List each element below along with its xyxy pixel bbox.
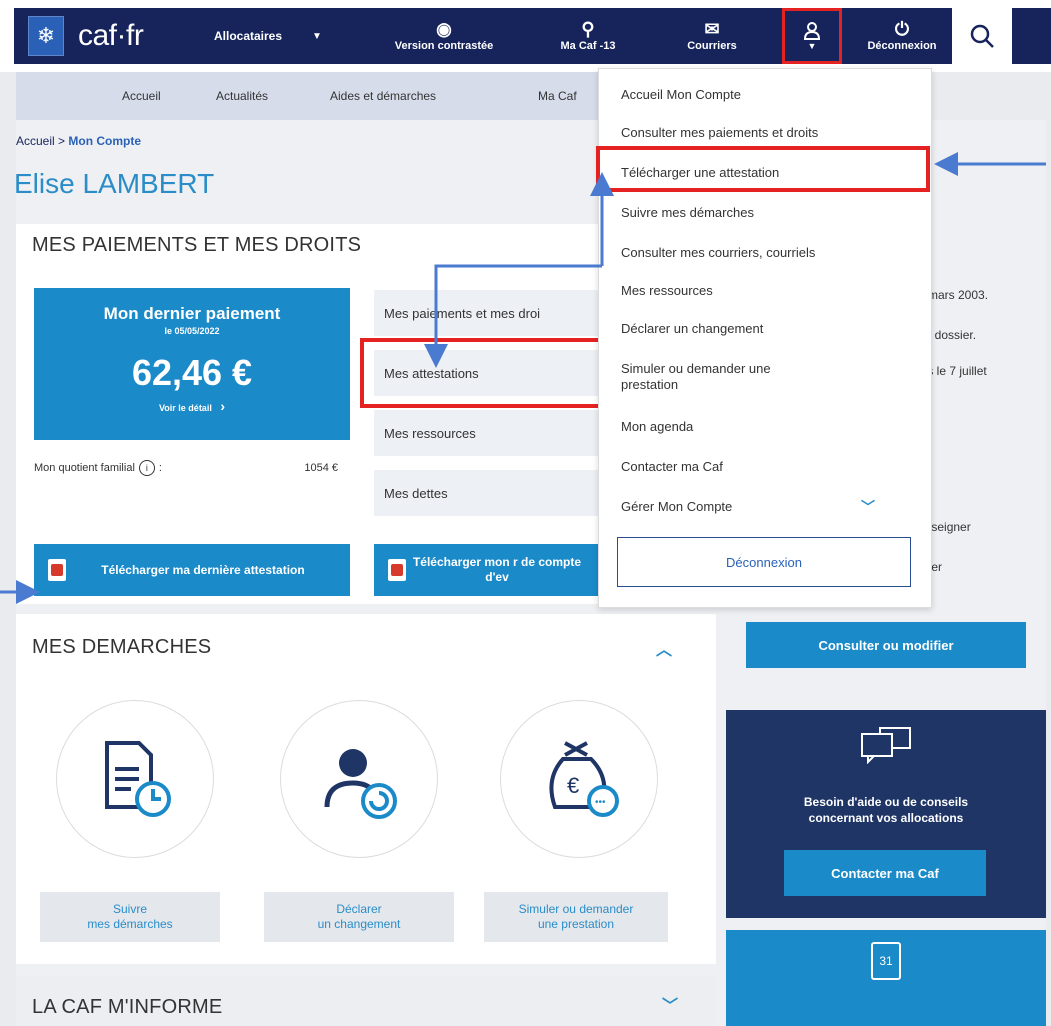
menu-item-suivre-demarches[interactable]: Suivre mes démarches [621, 205, 754, 220]
power-icon: ⏻ [894, 19, 910, 39]
attestations-highlight-box [360, 338, 602, 408]
envelope-icon: ✉ [704, 19, 720, 39]
courriers-label: Courriers [687, 40, 737, 52]
menu-item-gerer-compte[interactable]: Gérer Mon Compte [621, 499, 732, 514]
quotient-label: Mon quotient familial [34, 462, 135, 474]
payments-title: MES PAIEMENTS ET MES DROITS [32, 234, 362, 256]
logout-label: Déconnexion [867, 40, 937, 52]
subnav-aides[interactable]: Aides et démarches [330, 89, 436, 103]
contrast-label: Version contrastée [394, 40, 494, 52]
pdf-icon [388, 559, 406, 581]
download-last-attestation-button[interactable]: Télécharger ma dernière attestation [34, 544, 350, 596]
follow-demarches-line2: mes démarches [87, 917, 173, 931]
profile-select[interactable]: Allocataires ▼ [194, 8, 364, 64]
download-account-statement-label: Télécharger mon r de compte d'ev [412, 555, 582, 584]
search-icon [970, 24, 994, 48]
svg-text:•••: ••• [595, 797, 606, 808]
declare-change-button[interactable]: Déclarer un changement [264, 892, 454, 942]
menu-item-paiements-droits[interactable]: Consulter mes paiements et droits [621, 125, 818, 140]
profile-select-label: Allocataires [214, 29, 283, 43]
marianne-logo-icon: ❄ [28, 16, 64, 56]
last-payment-amount: 62,46 € [131, 352, 253, 393]
declare-change-line2: un changement [317, 917, 401, 931]
menu-item-courriers[interactable]: Consulter mes courriers, courriels [621, 245, 815, 260]
breadcrumb-home[interactable]: Accueil > [16, 134, 65, 148]
quotient-familial: Mon quotient familial i : 1054 € [34, 460, 350, 476]
subnav-accueil[interactable]: Accueil [122, 89, 161, 103]
money-bag-chat-icon[interactable]: € ••• [500, 700, 658, 858]
telecharger-highlight-box [596, 146, 930, 192]
eye-icon: ◉ [436, 19, 452, 39]
last-payment-card[interactable]: Mon dernier paiement le 05/05/2022 62,46… [34, 288, 350, 440]
info-icon[interactable]: i [138, 460, 155, 476]
chevron-down-icon[interactable]: ﹀ [662, 992, 678, 1016]
page-title: Elise LAMBERT [14, 168, 215, 199]
last-payment-date: le 05/05/2022 [164, 326, 220, 336]
dropdown-logout-button[interactable]: Déconnexion [617, 537, 911, 587]
location-pin-icon: ⚲ [581, 19, 595, 39]
chevron-right-icon: › [220, 398, 226, 414]
caret-down-icon: ▼ [807, 41, 817, 51]
ma-caf-label: Ma Caf -13 [560, 40, 616, 52]
pdf-icon [48, 559, 66, 581]
chevron-up-icon[interactable]: ︿ [656, 636, 672, 660]
demarches-title: MES DEMARCHES [32, 636, 212, 658]
caf-informe-title: LA CAF M'INFORME [32, 996, 223, 1018]
follow-demarches-line1: Suivre [112, 902, 147, 916]
breadcrumb: Accueil > Mon Compte [16, 134, 141, 148]
svg-text:€: € [567, 773, 579, 798]
side-item-paiements[interactable]: Mes paiements et mes droi [374, 290, 598, 336]
payment-detail-label: Voir le détail [158, 403, 212, 413]
caf-logo[interactable]: ❄ caf·fr [14, 8, 194, 64]
download-account-statement-button[interactable]: Télécharger mon r de compte d'ev [374, 544, 598, 596]
menu-item-agenda[interactable]: Mon agenda [621, 419, 693, 434]
declare-change-line1: Déclarer [336, 902, 382, 916]
breadcrumb-current: Mon Compte [68, 134, 142, 148]
help-text: Besoin d'aide ou de conseils concernant … [726, 794, 1046, 826]
search-button[interactable] [952, 8, 1012, 64]
download-last-attestation-label: Télécharger ma dernière attestation [101, 562, 305, 577]
document-clock-icon[interactable] [56, 700, 214, 858]
agenda-box[interactable]: 31 [726, 930, 1046, 1026]
simulate-request-button[interactable]: Simuler ou demander une prestation [484, 892, 668, 942]
last-payment-title: Mon dernier paiement [103, 304, 281, 323]
side-item-ressources[interactable]: Mes ressources [374, 410, 598, 456]
logout-button[interactable]: ⏻ Déconnexion [852, 8, 952, 64]
simulate-request-line2: une prestation [537, 917, 615, 931]
menu-item-accueil-compte[interactable]: Accueil Mon Compte [621, 87, 741, 102]
chat-bubbles-icon [726, 724, 1046, 772]
menu-item-simuler-prestation[interactable]: Simuler ou demander une prestation [621, 361, 831, 393]
help-text-line2: concernant vos allocations [808, 811, 964, 825]
ma-caf-button[interactable]: ⚲ Ma Caf -13 [524, 8, 652, 64]
user-refresh-icon[interactable] [280, 700, 438, 858]
menu-item-contacter-caf[interactable]: Contacter ma Caf [621, 459, 723, 474]
logo-text: caf·fr [78, 19, 144, 52]
contact-caf-button[interactable]: Contacter ma Caf [784, 850, 986, 896]
calendar-icon: 31 [871, 942, 901, 980]
follow-demarches-button[interactable]: Suivre mes démarches [40, 892, 220, 942]
top-navigation: ❄ caf·fr Allocataires ▼ ◉ Version contra… [0, 0, 1051, 72]
menu-item-ressources[interactable]: Mes ressources [621, 283, 713, 298]
top-nav-bar: ❄ caf·fr Allocataires ▼ ◉ Version contra… [14, 8, 1051, 64]
simulate-request-line1: Simuler ou demander [518, 902, 634, 916]
consult-modify-button[interactable]: Consulter ou modifier [746, 622, 1026, 668]
subnav-ma-caf[interactable]: Ma Caf [538, 89, 577, 103]
side-item-dettes[interactable]: Mes dettes [374, 470, 598, 516]
quotient-value: 1054 € [304, 462, 338, 474]
subnav-actualites[interactable]: Actualités [216, 89, 268, 103]
chevron-down-icon[interactable]: ﹀ [861, 497, 875, 517]
account-menu-button[interactable]: ▼ [782, 8, 842, 64]
caret-down-icon: ▼ [312, 30, 322, 42]
help-box: Besoin d'aide ou de conseils concernant … [726, 710, 1046, 918]
payment-detail-link[interactable]: Voir le détail › [34, 398, 350, 414]
courriers-button[interactable]: ✉ Courriers [652, 8, 772, 64]
contrast-version-button[interactable]: ◉ Version contrastée [364, 8, 524, 64]
help-text-line1: Besoin d'aide ou de conseils [803, 795, 969, 809]
user-icon [803, 22, 821, 40]
quotient-colon: : [158, 462, 162, 474]
menu-item-declarer-changement[interactable]: Déclarer un changement [621, 321, 763, 336]
